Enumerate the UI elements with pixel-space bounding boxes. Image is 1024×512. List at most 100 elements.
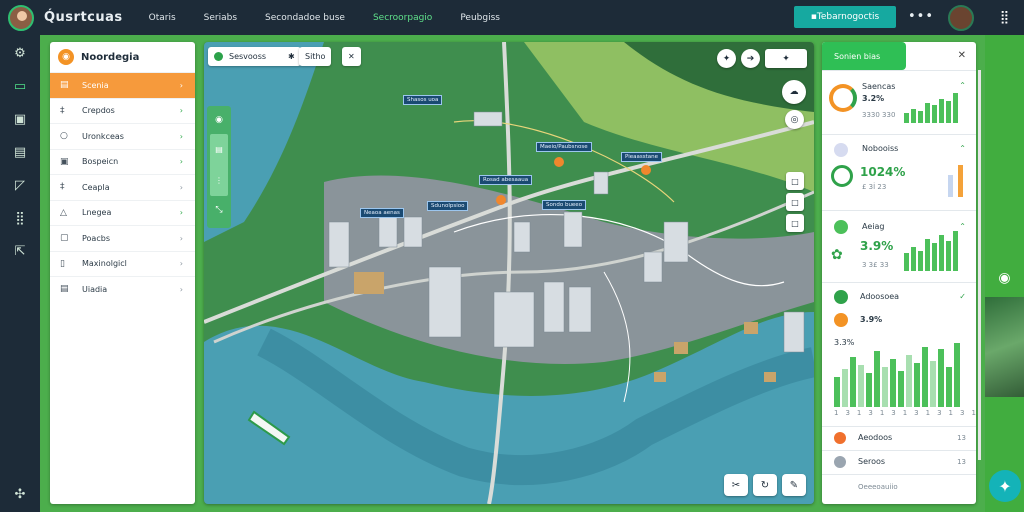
chevron-right-icon: › (179, 131, 183, 141)
stat-card-1[interactable]: Saencas 3.2% 3330 330 ⌃ (822, 70, 976, 134)
panel-footer: Oeeeoauiio (822, 474, 976, 504)
map-tag[interactable]: Maeio/Paubsnose (536, 142, 592, 152)
map-tag[interactable]: Sondo bueeo (542, 200, 587, 210)
layer-b-icon[interactable]: ⋮ (215, 176, 223, 185)
thumbnail-image (985, 297, 1024, 397)
map-ctl-3-icon[interactable]: ✦ (765, 49, 807, 68)
chart-axis-labels: 1313131313131 (834, 409, 976, 417)
stat-label: Adoosoea (860, 292, 900, 301)
weather-icon[interactable]: ☁ (782, 80, 806, 104)
map-ctl-1-icon[interactable]: ✦ (717, 49, 736, 68)
settings-icon[interactable]: ✱ (288, 52, 295, 61)
zoom-in-icon[interactable]: □ (786, 172, 804, 190)
donut-icon (829, 84, 857, 112)
edit-icon[interactable]: ✎ (782, 474, 806, 496)
user-avatar[interactable] (8, 4, 34, 31)
layer-a-icon[interactable]: ▤ (215, 145, 223, 154)
map-view-tool[interactable]: Sitho (299, 47, 332, 66)
map-canvas[interactable] (204, 42, 814, 504)
compass-ctl-icon[interactable]: ◎ (785, 110, 804, 129)
chevron-up-icon[interactable]: ⌃ (959, 222, 966, 231)
map-tag[interactable]: Shasos uoa (403, 95, 443, 105)
nav-item-5[interactable]: Peubgiss (460, 13, 500, 23)
scrollbar[interactable] (978, 70, 981, 460)
sprout-icon: ✿ (831, 247, 843, 263)
map-tag[interactable]: Sdunolpsioo (427, 201, 469, 211)
panel-item-8[interactable]: ▯ Maxinolgicl › (50, 250, 195, 277)
footer-text: Oeeeoauiio (858, 483, 898, 491)
chart-icon[interactable]: ▤ (0, 136, 40, 169)
map-search-tool[interactable]: Sesvooss ✱ (208, 47, 301, 66)
stat-card-2[interactable]: Nobooiss ⌃ 1024% £ 3İ 23 (822, 134, 976, 210)
stat-card-4[interactable]: Adoosoea ✓ 3.9% 3.3% 1313131313131 (822, 282, 976, 422)
layers-icon[interactable]: ▭ (0, 70, 40, 103)
brand-title: Q́usrtcuas (44, 10, 123, 25)
bar-chart (834, 341, 968, 407)
panel-item-7[interactable]: ▢ Poacbs › (50, 225, 195, 251)
flag-icon[interactable]: ◸ (0, 169, 40, 202)
panel-item-label: Uronkceas (82, 131, 124, 141)
check-icon[interactable]: ✓ (959, 292, 966, 301)
nav-item-3[interactable]: Secondadoe buse (265, 13, 345, 23)
pin-icon[interactable]: ◉ (215, 106, 223, 134)
collapse-icon[interactable]: ⤡ (215, 196, 222, 224)
list-row-2[interactable]: Seroos 13 (822, 450, 976, 474)
right-rail: ⣿ ◉ ✦ (985, 0, 1024, 512)
more-icon[interactable]: ••• (908, 9, 934, 24)
layers-panel: ◉ Noordegia ▤ Scenia › ‡ Crepdos › ○ Uronkceas ›… (50, 42, 195, 504)
zoom-out-icon[interactable]: □ (786, 193, 804, 211)
inbox-icon[interactable]: ▣ (0, 103, 40, 136)
panel-item-9[interactable]: ▤ Uiadia › (50, 276, 195, 302)
compass-icon[interactable]: ✣ (0, 487, 40, 502)
list-row-1[interactable]: Aeodoos 13 (822, 426, 976, 450)
nav-item-2[interactable]: Seriabs (204, 13, 237, 23)
chat-icon[interactable]: ◉ (985, 270, 1024, 286)
panel-item-1[interactable]: ▤ Scenia › (50, 72, 195, 98)
measure-icon[interactable]: ✂ (724, 474, 748, 496)
panel-item-label: Crepdos (82, 106, 115, 116)
stat-sub: 3 3£ 33 (862, 261, 889, 269)
stat-sub: 3330 330 (862, 111, 896, 119)
panel-title: Noordegia (81, 51, 140, 63)
panel-item-5[interactable]: ‡ Ceapla › (50, 174, 195, 200)
assistant-fab-icon[interactable]: ✦ (989, 470, 1021, 502)
panel-item-icon: ▤ (60, 284, 69, 295)
panel-logo-icon: ◉ (58, 49, 74, 65)
top-nav: Otaris Seriabs Secondadoe buse Secroorpa… (149, 13, 528, 23)
map-tag[interactable]: Pieaasstane (621, 152, 662, 162)
stat-label: Aeiag (862, 222, 885, 231)
stat-value: 3.9% (860, 239, 894, 253)
panel-item-6[interactable]: △ Lnegea › (50, 199, 195, 226)
stat-card-3[interactable]: Aeiag ⌃ ✿ 3.9% 3 3£ 33 (822, 210, 976, 282)
panel-item-3[interactable]: ○ Uronkceas › (50, 123, 195, 149)
close-icon[interactable]: ✕ (958, 50, 966, 61)
layer-slider[interactable]: ▤ ⋮ (210, 134, 228, 196)
stat-value: 1024% (860, 165, 906, 179)
map-tag[interactable]: Rosad abesaaua (479, 175, 533, 185)
panel-item-4[interactable]: ▣ Bospeicn › (50, 148, 195, 175)
refresh-icon[interactable]: ↻ (753, 474, 777, 496)
nav-item-1[interactable]: Otaris (149, 13, 176, 23)
map-close-tool[interactable]: ✕ (342, 47, 361, 66)
profile-avatar[interactable] (948, 5, 974, 31)
stats-tab[interactable]: Sonien bias (822, 42, 906, 70)
close-icon[interactable]: ✕ (348, 52, 355, 61)
globe-icon[interactable]: ⚙ (0, 37, 40, 70)
apps-grid-icon[interactable]: ⣿ (985, 0, 1024, 35)
grid-icon[interactable]: ⣿ (0, 202, 40, 235)
map-view[interactable]: Sesvooss ✱ Sitho ✕ ◉ ▤ ⋮ ⤡ ✦ ➔ ✦ ☁ ◎ □ □ □… (204, 42, 814, 504)
panel-item-icon: ‡ (60, 182, 65, 193)
map-ctl-2-icon[interactable]: ➔ (741, 49, 760, 68)
alert-icon (834, 313, 848, 327)
mini-bar-chart (904, 89, 966, 123)
map-tag[interactable]: Neaoa aenas (360, 208, 404, 218)
nav-item-4[interactable]: Secroorpagio (373, 13, 432, 23)
share-icon[interactable]: ⇱ (0, 235, 40, 268)
chevron-right-icon: › (179, 182, 183, 192)
stat-value: 3.9% (860, 315, 883, 324)
map-view-label: Sitho (305, 52, 326, 61)
fullscreen-icon[interactable]: □ (786, 214, 804, 232)
chevron-up-icon[interactable]: ⌃ (959, 144, 966, 153)
panel-item-2[interactable]: ‡ Crepdos › (50, 97, 195, 124)
cta-button[interactable]: ▪ Tebarnogoctis (794, 6, 896, 28)
